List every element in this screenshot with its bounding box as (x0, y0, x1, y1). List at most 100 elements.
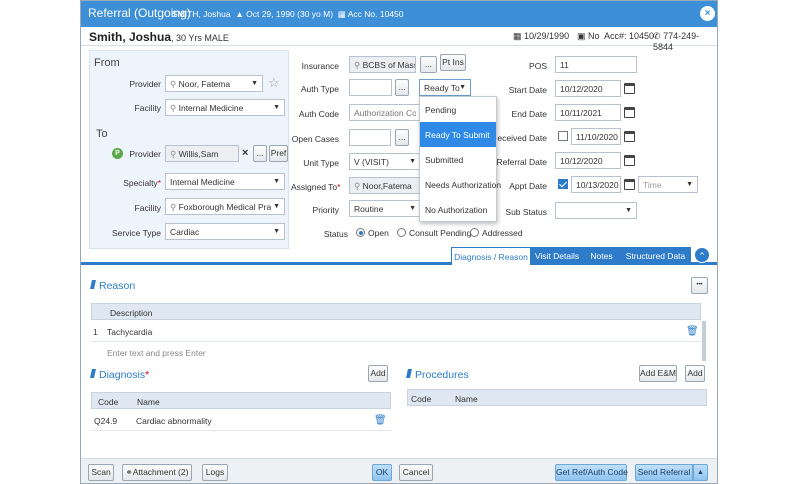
service-type-value: Cardiac (170, 227, 200, 237)
chevron-down-icon: ▼ (273, 178, 280, 185)
pos-input[interactable]: 11 (555, 56, 637, 73)
auth-status-select[interactable]: Ready To ▼ (419, 79, 471, 96)
open-cases-more-button[interactable]: ... (395, 129, 409, 146)
section-bar-icon (90, 280, 96, 289)
dropdown-item-no-authorization[interactable]: No Authorization (420, 197, 496, 222)
status-open-radio[interactable]: Open (356, 228, 389, 238)
reason-table-header: Description (91, 303, 701, 320)
calendar-icon[interactable] (624, 179, 635, 190)
from-provider-select[interactable]: ⚲ Noor, Fatema ▼ (165, 75, 263, 92)
title-bar: Referral (Outgoing) SMITH, Joshua ▲ Oct … (81, 1, 717, 27)
section-bar-icon (90, 369, 96, 378)
appt-time-select[interactable]: Time ▼ (638, 176, 698, 193)
trash-icon[interactable]: 🗑 (374, 415, 387, 426)
auth-type-more-button[interactable]: ... (395, 79, 409, 96)
calendar-icon[interactable] (624, 155, 635, 166)
tab-visit-details[interactable]: Visit Details (531, 247, 583, 265)
dropdown-item-submitted[interactable]: Submitted (420, 147, 496, 172)
to-provider-field[interactable]: ⚲ Willis,Sam (165, 145, 239, 162)
priority-label: Priority (312, 205, 339, 215)
attachment-button[interactable]: ⚭Attachment (2) (122, 464, 192, 481)
reason-scrollbar[interactable] (702, 321, 706, 361)
calendar-icon[interactable] (624, 83, 635, 94)
open-cases-label: Open Cases (291, 134, 339, 144)
patient-phone: ✆ 774-249-5844 (653, 31, 717, 52)
priority-select[interactable]: Routine ▼ (349, 200, 421, 217)
title-patient-name: SMITH, Joshua (172, 9, 231, 19)
insurance-more-button[interactable]: ... (420, 56, 437, 73)
received-date-checkbox[interactable] (558, 131, 568, 141)
clear-icon[interactable]: × (242, 147, 248, 159)
reason-row-text: Tachycardia (107, 327, 153, 337)
from-facility-value: Internal Medicine (178, 103, 244, 113)
calendar-icon[interactable] (624, 131, 635, 142)
monitor-icon: ▣ (577, 31, 586, 41)
start-date-input[interactable]: 10/12/2020 (555, 80, 621, 97)
collapse-icon[interactable]: ⌃ (694, 247, 710, 263)
pt-ins-button[interactable]: Pt Ins (440, 54, 466, 71)
end-date-input[interactable]: 10/11/2021 (555, 104, 621, 121)
unit-type-select[interactable]: V (VISIT) ▼ (349, 153, 421, 170)
patient-name-text: Smith, Joshua (89, 30, 172, 44)
ok-button[interactable]: OK (372, 464, 392, 481)
auth-status-value: Ready To (424, 83, 460, 93)
appt-date-input[interactable]: 10/13/2020 (571, 176, 621, 193)
status-addressed-radio[interactable]: Addressed (470, 228, 523, 238)
tab-structured-data[interactable]: Structured Data (620, 247, 691, 265)
assigned-to-label: Assigned To* (291, 182, 340, 192)
calendar-icon: ▦ (513, 31, 522, 41)
referral-window: Referral (Outgoing) SMITH, Joshua ▲ Oct … (80, 0, 718, 484)
auth-type-input[interactable] (349, 79, 392, 96)
cancel-button[interactable]: Cancel (399, 464, 433, 481)
scan-button[interactable]: Scan (88, 464, 114, 481)
open-cases-input[interactable] (349, 129, 391, 146)
tab-diagnosis-reason[interactable]: Diagnosis / Reason (451, 247, 531, 265)
status-consult-radio[interactable]: Consult Pending (397, 228, 471, 238)
pref-button[interactable]: Pref (269, 145, 288, 162)
get-ref-auth-code-button[interactable]: Get Ref/Auth Code (555, 464, 628, 481)
table-row[interactable]: 1 Tachycardia 🗑 (91, 323, 701, 342)
dropdown-item-pending[interactable]: Pending (420, 97, 496, 122)
radio-icon (397, 228, 406, 237)
specialty-label-text: Specialty (123, 178, 158, 188)
appt-date-checkbox[interactable] (558, 179, 568, 189)
chevron-up-icon[interactable]: ▲ (693, 464, 708, 481)
referral-date-input[interactable]: 10/12/2020 (555, 152, 621, 169)
referral-date-label: Referral Date (496, 157, 547, 167)
insurance-field[interactable]: ⚲ BCBS of Mass (349, 56, 416, 73)
add-em-button[interactable]: Add E&M (639, 365, 677, 382)
table-row[interactable]: Q24.9 Cardiac abnormality 🗑 (91, 412, 391, 431)
patient-name: Smith, Joshua, 30 Yrs MALE (89, 30, 229, 44)
diagnosis-add-button[interactable]: Add (368, 365, 388, 382)
auth-code-input[interactable] (349, 104, 421, 121)
trash-icon[interactable]: 🗑 (686, 326, 699, 337)
send-referral-button[interactable]: Send Referral (635, 464, 693, 481)
search-icon: ⚲ (354, 60, 361, 70)
search-icon: ⚲ (170, 79, 177, 89)
diagnosis-row-name: Cardiac abnormality (136, 416, 212, 426)
specialty-select[interactable]: Internal Medicine ▼ (165, 173, 285, 190)
procedures-add-button[interactable]: Add (685, 365, 705, 382)
to-provider-more-button[interactable]: ... (253, 145, 267, 162)
to-facility-select[interactable]: ⚲ Foxborough Medical Pra ▼ (165, 198, 285, 215)
reason-more-button[interactable]: ••• (691, 277, 708, 294)
chevron-down-icon: ▼ (686, 181, 693, 188)
sub-status-select[interactable]: ▼ (555, 202, 637, 219)
calendar-icon[interactable] (624, 107, 635, 118)
procedures-table-header: Code Name (407, 389, 707, 406)
reason-entry-row[interactable]: Enter text and press Enter (91, 344, 701, 363)
reason-column-description: Description (110, 308, 153, 318)
from-provider-label: Provider (129, 79, 161, 89)
service-type-select[interactable]: Cardiac ▼ (165, 223, 285, 240)
dropdown-item-needs-authorization[interactable]: Needs Authorization (420, 172, 501, 197)
logs-button[interactable]: Logs (202, 464, 228, 481)
received-date-input[interactable]: 11/10/2020 (571, 128, 621, 145)
assigned-to-field[interactable]: ⚲ Noor,Fatema (349, 177, 421, 194)
star-icon[interactable]: ☆ (268, 75, 280, 91)
appt-time-placeholder: Time (643, 180, 662, 190)
from-facility-select[interactable]: ⚲ Internal Medicine ▼ (165, 99, 285, 116)
close-button[interactable]: × (700, 6, 715, 21)
patient-dob: ▦ 10/29/1990 (513, 31, 569, 42)
dropdown-item-ready-to-submit[interactable]: Ready To Submit (420, 122, 496, 147)
tab-notes[interactable]: Notes (583, 247, 620, 265)
